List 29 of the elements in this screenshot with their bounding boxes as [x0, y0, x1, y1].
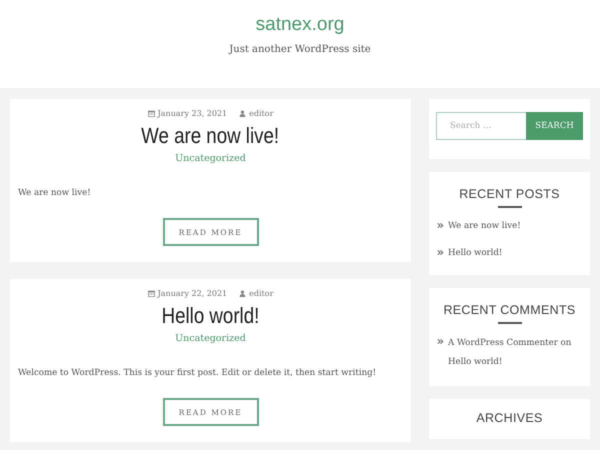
recent-post-link[interactable]: Hello world! [448, 245, 502, 261]
widget-heading: ARCHIVES [476, 411, 543, 425]
chevron-icon [437, 338, 444, 345]
comment-text: A WordPress Commenter on Hello world! [448, 337, 572, 369]
user-icon [239, 110, 246, 117]
site-title[interactable]: satnex.org [256, 14, 344, 36]
calendar-icon [148, 110, 155, 117]
user-icon [239, 290, 246, 297]
calendar-icon [148, 290, 155, 297]
recent-post-link[interactable]: We are now live! [448, 218, 521, 234]
comment-author-link[interactable]: A WordPress Commenter [448, 338, 558, 348]
search-field[interactable]: Search … [436, 112, 526, 140]
post-author[interactable]: editor [249, 289, 274, 298]
comment-post-link[interactable]: Hello world! [448, 357, 502, 367]
post-category[interactable]: Uncategorized [175, 333, 246, 344]
post-excerpt: Welcome to WordPress. This is your first post. Edit or delete it, then start writing! [18, 368, 378, 378]
post-author[interactable]: editor [249, 109, 274, 118]
widget-heading: RECENT POSTS [459, 187, 560, 201]
widget-heading: RECENT COMMENTS [443, 303, 576, 317]
search-button[interactable]: SEARCH [526, 112, 583, 140]
post-excerpt: We are now live! [18, 188, 92, 198]
post-title[interactable]: Hello world! [162, 303, 260, 329]
post-title[interactable]: We are now live! [142, 123, 280, 149]
chevron-icon [437, 222, 444, 229]
post-date[interactable]: January 22, 2021 [158, 289, 228, 298]
site-tagline: Just another WordPress site [229, 44, 371, 55]
chevron-icon [437, 249, 444, 256]
post-date[interactable]: January 23, 2021 [158, 109, 228, 118]
post-category[interactable]: Uncategorized [175, 153, 246, 164]
